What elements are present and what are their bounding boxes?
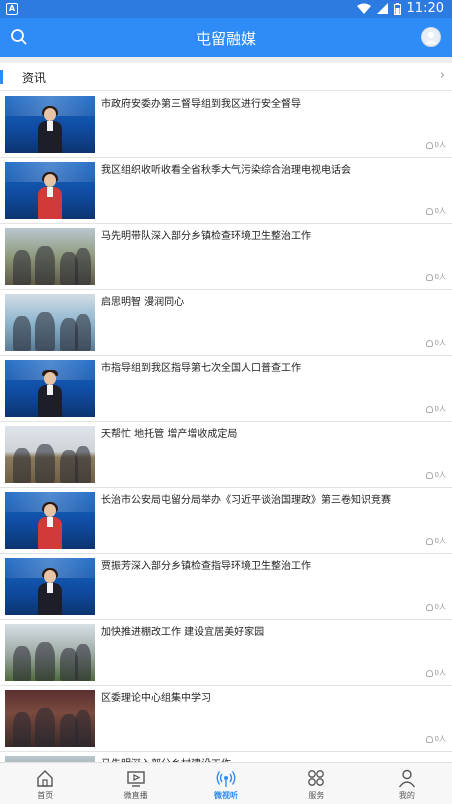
- tab-label: 微直播: [123, 791, 148, 800]
- tab-label: 我的: [398, 791, 415, 800]
- view-count: 0人: [425, 272, 446, 282]
- news-title: 贾振芳深入部分乡镇检查指导环境卫生整治工作: [101, 561, 311, 572]
- news-title: 马先明带队深入部分乡镇检查环境卫生整治工作: [101, 231, 311, 242]
- person-icon: [425, 603, 433, 611]
- section-accent-bar: [0, 70, 3, 84]
- section-header-news[interactable]: 资讯 ›: [0, 63, 452, 91]
- tab-grid[interactable]: 服务: [271, 763, 361, 804]
- person-icon: [425, 339, 433, 347]
- news-item[interactable]: 我区组织收听收看全省秋季大气污染综合治理电视电话会 0人: [0, 158, 452, 224]
- view-count: 0人: [425, 668, 446, 678]
- tab-label: 微视听: [214, 791, 239, 800]
- view-count: 0人: [425, 338, 446, 348]
- view-count-text: 0人: [434, 141, 446, 149]
- view-count: 0人: [425, 140, 446, 150]
- grid-icon: [308, 770, 325, 786]
- news-title: 长治市公安局屯留分局举办《习近平谈治国理政》第三卷知识竞赛: [101, 495, 391, 506]
- view-count-text: 0人: [434, 735, 446, 743]
- tab-home[interactable]: 首页: [0, 763, 90, 804]
- view-count-text: 0人: [434, 471, 446, 479]
- view-count: 0人: [425, 602, 446, 612]
- news-item[interactable]: 天帮忙 地托管 增产增收成定局 0人: [0, 422, 452, 488]
- view-count: 0人: [425, 734, 446, 744]
- user-avatar-icon: [425, 31, 437, 44]
- tab-label: 服务: [308, 791, 325, 800]
- home-icon: [37, 770, 53, 787]
- person-icon: [425, 207, 433, 215]
- news-thumbnail: [5, 228, 95, 285]
- news-thumbnail: [5, 360, 95, 417]
- app-title: 屯留融媒: [195, 30, 256, 48]
- app-header: 屯留融媒: [0, 18, 452, 57]
- news-list: 市政府安委办第三督导组到我区进行安全督导 0人 我区组织收听收看全省秋季大气污染综合…: [0, 92, 452, 762]
- news-title: 我区组织收听收看全省秋季大气污染综合治理电视电话会: [101, 165, 351, 176]
- news-item[interactable]: 贾振芳深入部分乡镇检查指导环境卫生整治工作 0人: [0, 554, 452, 620]
- news-item[interactable]: 启思明智 漫润同心 0人: [0, 290, 452, 356]
- clock: 11:20: [406, 1, 444, 16]
- news-item[interactable]: 市政府安委办第三督导组到我区进行安全督导 0人: [0, 92, 452, 158]
- view-count-text: 0人: [434, 537, 446, 545]
- person-icon: [425, 141, 433, 149]
- news-item[interactable]: 马先明深入部分乡村建设工作: [0, 752, 452, 762]
- view-count-text: 0人: [434, 603, 446, 611]
- news-thumbnail: [5, 690, 95, 747]
- view-count-text: 0人: [434, 669, 446, 677]
- bottom-tab-bar: 首页 微直播 微视听 服务 我的: [0, 762, 452, 804]
- news-thumbnail: [5, 492, 95, 549]
- broadcast-icon: [216, 771, 236, 787]
- news-thumbnail: [5, 294, 95, 351]
- news-title: 加快推进棚改工作 建设宜居美好家园: [101, 627, 265, 638]
- person-icon: [425, 735, 433, 743]
- tab-tv-play[interactable]: 微直播: [90, 763, 180, 804]
- view-count-text: 0人: [434, 207, 446, 215]
- news-item[interactable]: 区委理论中心组集中学习 0人: [0, 686, 452, 752]
- status-right: 11:20: [356, 1, 444, 16]
- view-count-text: 0人: [434, 405, 446, 413]
- view-count: 0人: [425, 470, 446, 480]
- status-bar: A 11:20: [0, 0, 452, 18]
- avatar[interactable]: [421, 27, 441, 47]
- news-item[interactable]: 长治市公安局屯留分局举办《习近平谈治国理政》第三卷知识竞赛 0人: [0, 488, 452, 554]
- person-icon: [425, 537, 433, 545]
- battery-icon: [393, 2, 401, 15]
- news-thumbnail: [5, 426, 95, 483]
- view-count: 0人: [425, 404, 446, 414]
- news-thumbnail: [5, 162, 95, 219]
- person-icon: [425, 273, 433, 281]
- tab-user[interactable]: 我的: [362, 763, 452, 804]
- person-icon: [425, 405, 433, 413]
- signal-icon: [376, 3, 388, 14]
- view-count: 0人: [425, 536, 446, 546]
- view-count-text: 0人: [434, 273, 446, 281]
- news-thumbnail: [5, 558, 95, 615]
- news-item[interactable]: 加快推进棚改工作 建设宜居美好家园 0人: [0, 620, 452, 686]
- news-item[interactable]: 马先明带队深入部分乡镇检查环境卫生整治工作 0人: [0, 224, 452, 290]
- tab-label: 首页: [37, 791, 54, 800]
- news-title: 区委理论中心组集中学习: [101, 693, 211, 704]
- chevron-right-icon[interactable]: ›: [440, 68, 445, 83]
- view-count: 0人: [425, 206, 446, 216]
- section-label: 资讯: [22, 71, 47, 85]
- news-title: 启思明智 漫润同心: [101, 297, 185, 308]
- news-thumbnail: [5, 624, 95, 681]
- news-thumbnail: [5, 96, 95, 153]
- tv-play-icon: [126, 771, 145, 787]
- news-title: 天帮忙 地托管 增产增收成定局: [101, 429, 238, 440]
- user-icon: [398, 769, 415, 788]
- person-icon: [425, 669, 433, 677]
- news-title: 市政府安委办第三督导组到我区进行安全督导: [101, 99, 301, 110]
- wifi-icon: [356, 3, 371, 14]
- news-title: 市指导组到我区指导第七次全国人口普查工作: [101, 363, 301, 374]
- news-item[interactable]: 市指导组到我区指导第七次全国人口普查工作 0人: [0, 356, 452, 422]
- view-count-text: 0人: [434, 339, 446, 347]
- notification-icon: A: [6, 3, 18, 15]
- person-icon: [425, 471, 433, 479]
- tab-broadcast[interactable]: 微视听: [181, 763, 271, 804]
